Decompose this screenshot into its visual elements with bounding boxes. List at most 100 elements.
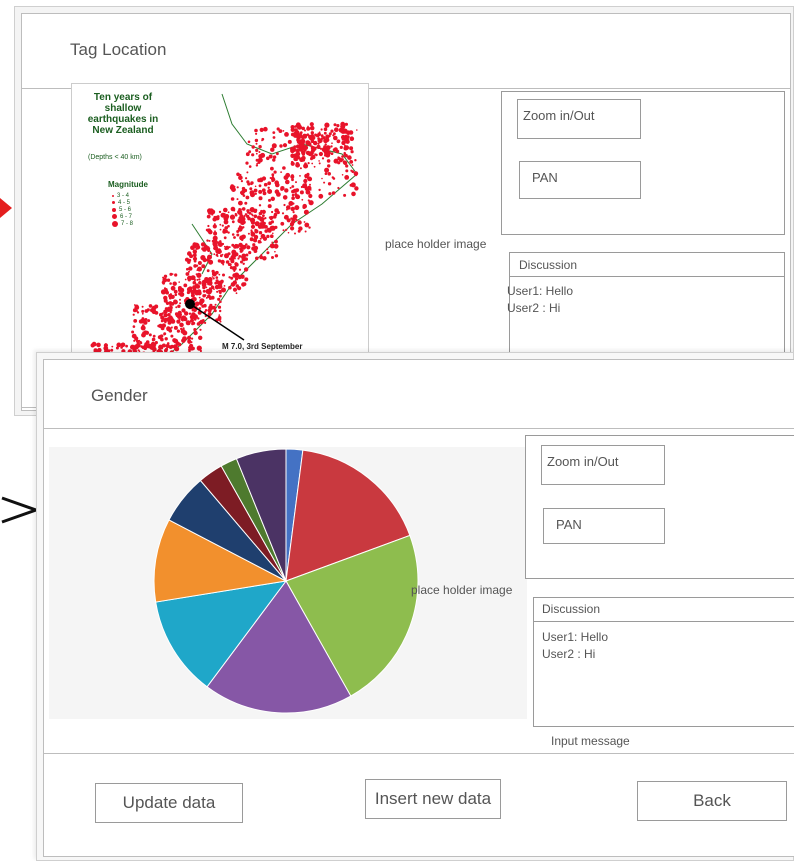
quake-dot [273,243,279,249]
quake-dot [337,140,340,143]
quake-dot [266,248,269,251]
update-data-button[interactable]: Update data [95,783,243,823]
quake-dot [268,198,271,202]
quake-dot [163,298,168,303]
quake-dot [241,189,246,194]
quake-dot [116,342,122,348]
quake-dot [274,239,278,244]
quake-dot [223,245,226,248]
quake-dot [279,144,283,148]
quake-dot [201,281,207,287]
quake-dot [196,269,199,271]
quake-dot [299,140,304,145]
back-label: Back [693,791,731,810]
quake-dot [164,337,168,341]
quake-dot [308,134,313,139]
quake-dot [231,220,235,224]
quake-dot [173,299,178,305]
quake-dot [251,145,255,149]
quake-dot [255,132,258,135]
quake-dot [299,175,301,177]
quake-dot [230,197,235,201]
chat-message: User1: Hello [507,284,574,298]
quake-dot [280,171,282,173]
quake-dot [271,241,273,244]
quake-dot [204,309,208,312]
quake-dot [194,290,200,296]
quake-dot [258,184,262,188]
quake-dot [240,180,243,183]
quake-dot [264,229,268,233]
quake-dot [282,166,286,170]
quake-dot [290,226,295,231]
quake-dot [236,230,240,233]
quake-dot [271,256,274,259]
map-legend: 3 - 4 4 - 5 5 - 6 6 - 7 7 - 8 [112,192,133,227]
quake-dot [321,177,323,180]
quake-dot [166,326,171,331]
quake-dot [295,181,297,184]
quake-dot [324,167,330,173]
quake-dot [174,273,178,277]
quake-dot [242,282,247,286]
quake-dot [221,287,226,293]
quake-dot [158,323,163,329]
quake-dot [217,297,221,301]
quake-dot [326,159,331,163]
quake-dot [241,186,246,191]
quake-dot [290,206,295,212]
insert-new-data-button[interactable]: Insert new data [365,779,501,819]
gender-zoom-button[interactable]: Zoom in/Out [541,445,665,485]
gender-pan-button[interactable]: PAN [543,508,665,544]
quake-dot [291,185,295,188]
quake-dot [258,189,263,194]
quake-dot [199,328,202,331]
quake-dot [272,155,277,159]
quake-dot [188,266,193,271]
quake-dot [323,149,329,155]
quake-dot [239,235,245,241]
quake-dot [222,263,225,266]
quake-dot [304,173,309,179]
quake-dot [198,278,201,281]
quake-dot [324,143,327,146]
quake-dot [271,173,275,177]
quake-dot [144,318,148,321]
quake-dot [188,346,191,349]
quake-dot [233,257,236,260]
quake-dot [304,222,310,228]
back-button[interactable]: Back [637,781,787,821]
quake-dot [302,183,308,189]
quake-dot [185,272,190,276]
quake-dot [292,211,295,214]
quake-dot [323,137,326,140]
quake-dot [180,327,183,330]
pan-button-label: PAN [532,170,558,185]
quake-dot [211,285,214,288]
quake-dot [170,326,173,329]
map-title: Ten years of shallow earthquakes in New … [87,92,159,136]
quake-dot [236,186,239,189]
tag-location-pan-button[interactable]: PAN [519,161,641,199]
quake-dot [342,160,347,165]
quake-dot [309,183,311,186]
quake-dot [217,317,222,321]
quake-dot [303,178,308,184]
tag-location-discussion-header: Discussion [519,258,578,272]
quake-dot [282,143,288,148]
quake-dot [341,174,344,176]
quake-dot [323,181,326,184]
quake-dot [179,298,181,301]
quake-dot [205,228,209,232]
quake-dot [167,321,172,325]
quake-dot [235,292,238,295]
quake-dot [330,145,333,148]
quake-dot [254,192,257,195]
quake-dot [220,279,224,284]
quake-dot [192,309,194,311]
quake-dot [247,140,251,144]
tag-location-zoom-button[interactable]: Zoom in/Out [517,99,641,139]
message-input[interactable]: Input message [533,726,794,755]
quake-dot [297,139,299,141]
quake-dot [254,138,259,143]
